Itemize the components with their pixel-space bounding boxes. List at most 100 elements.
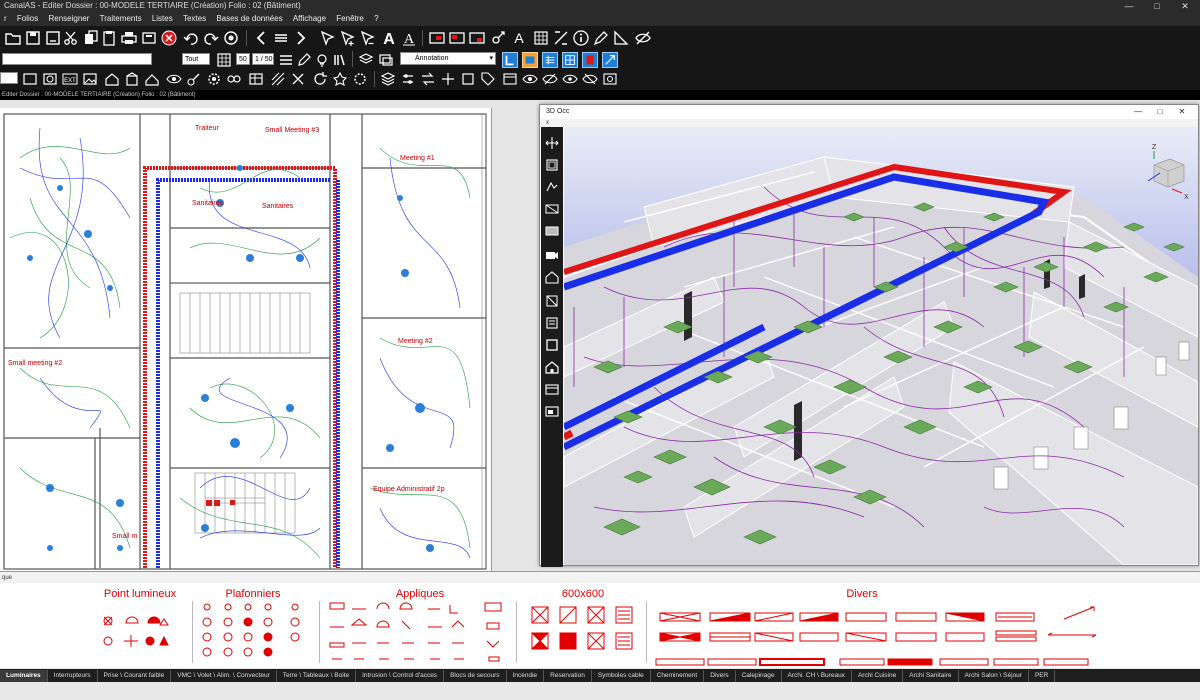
cut-icon[interactable] xyxy=(62,29,80,47)
menu-icon[interactable] xyxy=(278,52,294,68)
palette-symbols[interactable] xyxy=(0,583,1200,668)
layer-select[interactable]: Annotation ▾ xyxy=(400,52,496,65)
image-frame-icon[interactable] xyxy=(448,29,466,47)
link-icon[interactable] xyxy=(490,29,508,47)
info-icon[interactable] xyxy=(572,29,590,47)
viewer-maximize-button[interactable]: □ xyxy=(1150,105,1170,119)
menu-item-listes[interactable]: Listes xyxy=(148,12,177,26)
building-icon[interactable] xyxy=(124,71,140,87)
save-icon[interactable] xyxy=(24,29,42,47)
adjust-icon[interactable] xyxy=(400,71,416,87)
home-icon[interactable] xyxy=(104,71,120,87)
rectangle-icon[interactable] xyxy=(22,71,38,87)
tab-interrupteurs[interactable]: Interrupteurs xyxy=(48,670,98,682)
frame-icon[interactable] xyxy=(544,337,560,353)
text-style-icon[interactable]: A xyxy=(400,29,418,47)
ratio-input[interactable]: 1 / 50 xyxy=(252,53,274,65)
menu-item-bases[interactable]: Bases de données xyxy=(212,12,286,26)
floor-plan-canvas[interactable]: Traiteur Small Meeting #3 Meeting #1 San… xyxy=(0,108,492,571)
eye-off-icon[interactable] xyxy=(634,29,652,47)
tag-icon[interactable] xyxy=(480,71,496,87)
home-view-icon[interactable] xyxy=(544,269,560,285)
menu-item-textes[interactable]: Textes xyxy=(179,12,210,26)
swap-icon[interactable] xyxy=(420,71,436,87)
export-view-icon[interactable] xyxy=(544,403,560,419)
paste-icon[interactable] xyxy=(100,29,118,47)
eye-hide-icon[interactable] xyxy=(582,71,598,87)
tab-cheminement[interactable]: Cheminement xyxy=(651,670,705,682)
layers-icon[interactable] xyxy=(378,52,394,68)
tab-archi-sanitaire[interactable]: Archi Sanitaire xyxy=(903,670,959,682)
command-input[interactable] xyxy=(2,53,152,65)
tools-icon[interactable] xyxy=(186,71,202,87)
copy-icon[interactable] xyxy=(82,29,100,47)
books-icon[interactable] xyxy=(332,52,348,68)
view-scope-input[interactable]: Tout xyxy=(182,53,210,65)
preview-icon[interactable] xyxy=(602,71,618,87)
grid-view-icon[interactable] xyxy=(562,52,578,68)
pencil-icon[interactable] xyxy=(296,52,312,68)
menu-item-file[interactable]: r xyxy=(0,12,11,26)
scale-icon[interactable] xyxy=(552,29,570,47)
image-icon[interactable] xyxy=(82,71,98,87)
text-icon[interactable]: A xyxy=(380,29,398,47)
undo-icon[interactable] xyxy=(182,29,200,47)
pointer-minus-icon[interactable] xyxy=(358,29,376,47)
equals-icon[interactable] xyxy=(272,29,290,47)
rectangle-icon[interactable] xyxy=(460,71,476,87)
tab-reservation[interactable]: Reservation xyxy=(544,670,592,682)
viewer-close-button[interactable]: ✕ xyxy=(1172,105,1192,119)
tab-incendie[interactable]: Incendie xyxy=(507,670,545,682)
grid-icon[interactable] xyxy=(532,29,550,47)
measure-icon[interactable] xyxy=(612,29,630,47)
table-tool-icon[interactable] xyxy=(248,71,264,87)
layer-view-icon[interactable] xyxy=(544,315,560,331)
redo-icon[interactable] xyxy=(202,29,220,47)
star-icon[interactable] xyxy=(332,71,348,87)
circle-rect-icon[interactable] xyxy=(42,71,58,87)
layers-icon[interactable] xyxy=(380,71,396,87)
link-tool-icon[interactable] xyxy=(226,71,242,87)
tab-terre-tableaux[interactable]: Terre \ Tableaux \ Boite xyxy=(277,670,357,682)
export-icon[interactable] xyxy=(602,52,618,68)
pointer-add-icon[interactable] xyxy=(338,29,356,47)
refresh-icon[interactable] xyxy=(222,29,240,47)
camera-icon[interactable] xyxy=(544,247,560,263)
text-frame-icon[interactable]: A xyxy=(510,29,528,47)
close-button[interactable]: ✕ xyxy=(1174,0,1196,12)
chevron-left-icon[interactable] xyxy=(252,29,270,47)
tab-archi-cuisine[interactable]: Archi Cuisine xyxy=(852,670,904,682)
tab-luminaires[interactable]: Luminaires xyxy=(0,670,48,682)
settings-icon[interactable] xyxy=(206,71,222,87)
viewer-3d-viewport[interactable]: Z X xyxy=(564,127,1198,565)
eye-off-icon[interactable] xyxy=(542,71,558,87)
chevron-right-icon[interactable] xyxy=(292,29,310,47)
rectangle-tool-input[interactable] xyxy=(0,72,18,84)
zoom-input[interactable]: 50 xyxy=(236,53,250,65)
menu-item-help[interactable]: ? xyxy=(370,12,382,26)
home-icon[interactable] xyxy=(544,359,560,375)
tab-archi-ch-bureaux[interactable]: Archi. CH \ Bureaux xyxy=(782,670,852,682)
menu-item-traitements[interactable]: Traitements xyxy=(96,12,146,26)
menu-item-affichage[interactable]: Affichage xyxy=(289,12,330,26)
viewer-minimize-button[interactable]: — xyxy=(1128,105,1148,119)
print-icon[interactable] xyxy=(120,29,138,47)
settings-icon[interactable] xyxy=(352,71,368,87)
wireframe-icon[interactable] xyxy=(544,201,560,217)
bulb-icon[interactable] xyxy=(314,52,330,68)
grid-icon[interactable] xyxy=(216,52,232,68)
tab-archi-salon[interactable]: Archi Salon \ Séjour xyxy=(959,670,1029,682)
ext-icon[interactable]: EXT xyxy=(62,71,78,87)
tab-prise-courant-faible[interactable]: Prise \ Courant faible xyxy=(98,670,172,682)
fit-view-icon[interactable] xyxy=(544,135,560,151)
section-icon[interactable] xyxy=(544,293,560,309)
table-icon[interactable] xyxy=(542,52,558,68)
stack-icon[interactable] xyxy=(358,52,374,68)
tab-intrusion[interactable]: Intrusion \ Control d'acces xyxy=(356,670,445,682)
view-icon[interactable] xyxy=(502,71,518,87)
pen-icon[interactable] xyxy=(592,29,610,47)
tab-per[interactable]: PER xyxy=(1029,670,1056,682)
menu-item-folios[interactable]: Folios xyxy=(13,12,42,26)
save-as-icon[interactable] xyxy=(44,29,62,47)
cross-icon[interactable] xyxy=(290,71,306,87)
